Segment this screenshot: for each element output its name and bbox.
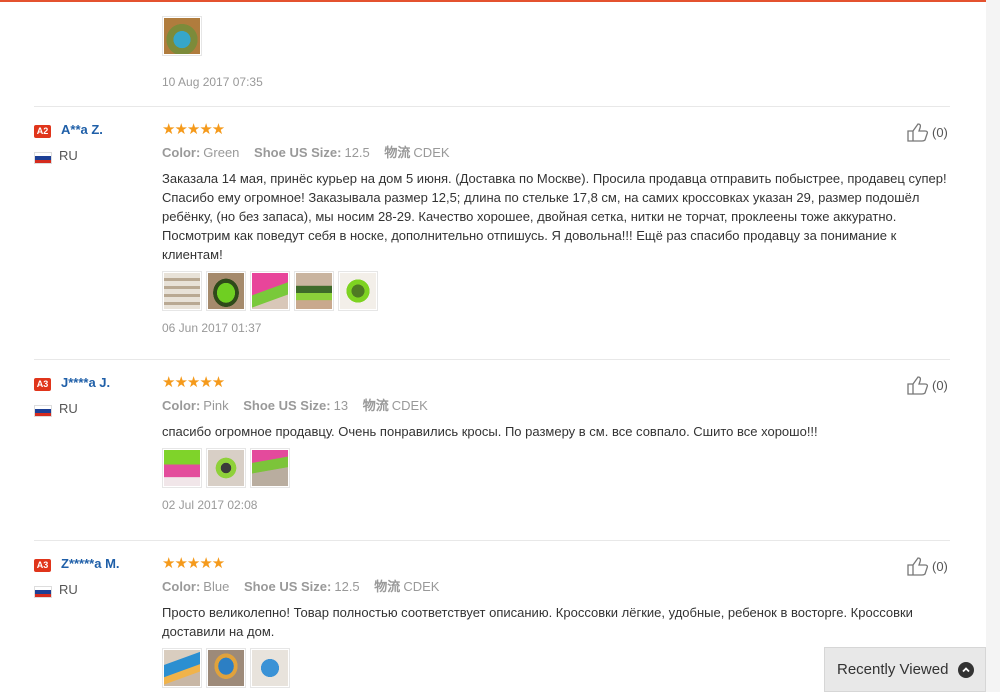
size-label: Shoe US Size: [243, 579, 332, 594]
buyer-level-badge: A3 [34, 378, 51, 391]
shoe-photo-image [164, 650, 200, 686]
thumbs-up-icon [907, 123, 929, 142]
size-label: Shoe US Size: [254, 145, 342, 160]
review-photo[interactable] [162, 271, 202, 311]
recently-viewed-label: Recently Viewed [837, 661, 949, 678]
shoe-photo-image [164, 18, 200, 54]
top-accent-bar [0, 0, 1000, 3]
review-photo[interactable] [250, 271, 290, 311]
review-photo[interactable] [206, 648, 246, 688]
shoe-photo-image [252, 450, 288, 486]
order-attributes: Color: Pink Shoe US Size: 13 物流 CDEK [162, 398, 952, 414]
review-photo[interactable] [250, 648, 290, 688]
active-tab-indicator [180, 0, 312, 2]
review-photo[interactable] [162, 448, 202, 488]
review-photo[interactable] [162, 648, 202, 688]
shipping-label: 物流 [384, 145, 411, 160]
shoe-photo-image [164, 273, 200, 309]
color-label: Color: [162, 145, 201, 160]
color-value: Pink [203, 398, 229, 413]
helpful-button[interactable]: (0) [906, 122, 948, 142]
review-text: Просто великолепно! Товар полностью соот… [162, 605, 913, 639]
shipping-label: 物流 [374, 579, 401, 594]
reviewer-name: Z*****a M. [61, 556, 120, 571]
size-value: 13 [333, 398, 349, 413]
shoe-photo-image [296, 273, 332, 309]
shipping-value: CDEK [403, 579, 440, 594]
reviewer-country: RU [59, 582, 78, 597]
russia-flag-icon [34, 405, 52, 417]
buyer-level-badge: A2 [34, 125, 51, 138]
review-photo[interactable] [338, 271, 378, 311]
shoe-photo-image [208, 450, 244, 486]
size-label: Shoe US Size: [243, 398, 331, 413]
review-photo[interactable] [162, 16, 202, 56]
review-date: 02 Jul 2017 02:08 [162, 498, 258, 512]
order-attributes: Color: Blue Shoe US Size: 12.5 物流 CDEK [162, 579, 952, 595]
review-text: Заказала 14 мая, принёс курьер на дом 5 … [162, 171, 947, 262]
review-date: 06 Jun 2017 01:37 [162, 321, 262, 335]
reviewer-country: RU [59, 401, 78, 416]
reviewer-name: A**a Z. [61, 122, 103, 137]
russia-flag-icon [34, 152, 52, 164]
color-value: Blue [203, 579, 230, 594]
review-photo[interactable] [294, 271, 334, 311]
top-accent-line [0, 0, 1000, 2]
helpful-button[interactable]: (0) [906, 556, 948, 576]
review-photo[interactable] [206, 448, 246, 488]
order-attributes: Color: Green Shoe US Size: 12.5 物流 CDEK [162, 145, 952, 161]
thumbs-up-icon [907, 376, 929, 395]
review-date: 10 Aug 2017 07:35 [162, 75, 263, 89]
star-rating: ★★★★★ [162, 555, 225, 572]
helpful-count: (0) [932, 377, 948, 393]
review-photo[interactable] [206, 271, 246, 311]
russia-flag-icon [34, 586, 52, 598]
shoe-photo-image [208, 650, 244, 686]
color-value: Green [203, 145, 240, 160]
shipping-label: 物流 [362, 398, 389, 413]
review-divider [34, 540, 950, 541]
star-rating: ★★★★★ [162, 121, 225, 138]
shipping-value: CDEK [391, 398, 428, 413]
shoe-photo-image [340, 273, 376, 309]
helpful-button[interactable]: (0) [906, 375, 948, 395]
star-rating: ★★★★★ [162, 374, 225, 391]
review-divider [34, 359, 950, 360]
scrollbar[interactable] [986, 0, 1000, 692]
reviewer-name: J****a J. [61, 375, 111, 390]
shoe-photo-image [252, 273, 288, 309]
partial-review-photos [162, 16, 206, 56]
shoe-photo-image [252, 650, 288, 686]
review-divider [34, 106, 950, 107]
shoe-photo-image [164, 450, 200, 486]
thumbs-up-icon [907, 557, 929, 576]
shipping-value: CDEK [413, 145, 450, 160]
review-photos [162, 271, 952, 311]
color-label: Color: [162, 579, 201, 594]
chevron-up-circle-icon [958, 661, 975, 678]
buyer-level-badge: A3 [34, 559, 51, 572]
size-value: 12.5 [344, 145, 370, 160]
shoe-photo-image [208, 273, 244, 309]
review-photos [162, 448, 952, 488]
helpful-count: (0) [932, 124, 948, 140]
review-photo[interactable] [250, 448, 290, 488]
reviewer-country: RU [59, 148, 78, 163]
size-value: 12.5 [334, 579, 360, 594]
color-label: Color: [162, 398, 201, 413]
review-content: ★★★★★ Color: Pink Shoe US Size: 13 物流 CDEK … [162, 375, 952, 512]
review-content: ★★★★★ Color: Green Shoe US Size: 12.5 物流 CD… [162, 122, 952, 335]
helpful-count: (0) [932, 558, 948, 574]
review-text: спасибо огромное продавцу. Очень понрави… [162, 424, 818, 439]
recently-viewed-button[interactable]: Recently Viewed [824, 647, 986, 692]
